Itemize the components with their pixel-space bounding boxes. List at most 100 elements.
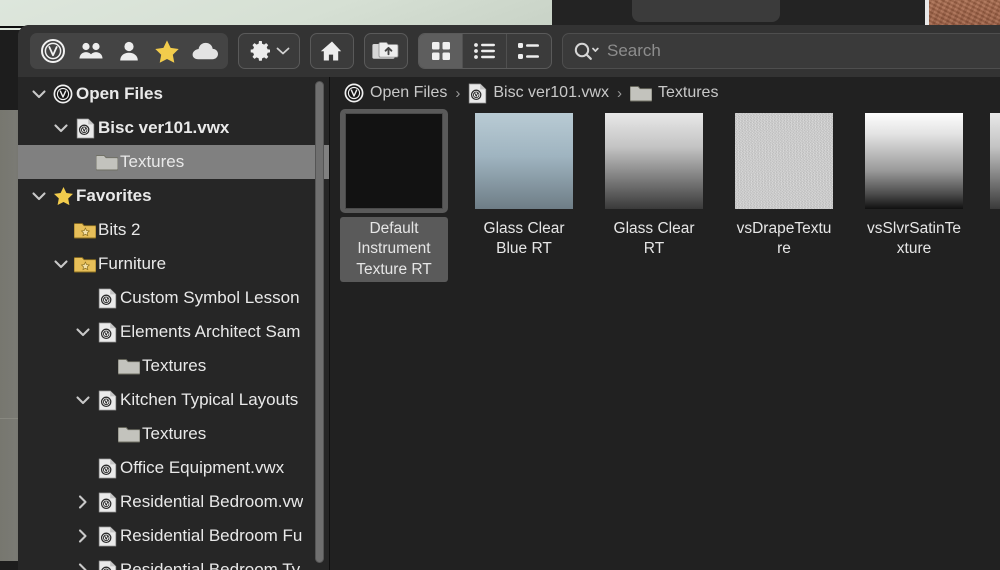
tree-row[interactable]: Custom Symbol Lesson: [18, 281, 329, 315]
chevron-down-icon[interactable]: [50, 120, 72, 136]
list-icon: [473, 41, 497, 61]
sidebar-scrollbar[interactable]: [315, 81, 324, 563]
parent-folder-button[interactable]: [364, 33, 408, 69]
breadcrumb-label: Bisc ver101.vwx: [493, 84, 609, 102]
resource-item[interactable]: [990, 109, 1000, 282]
tree-row[interactable]: Residential Bedroom Fu: [18, 519, 329, 553]
resource-thumbnail: [735, 113, 833, 209]
chevron-down-icon[interactable]: [72, 392, 94, 408]
tree-row[interactable]: Office Equipment.vwx: [18, 451, 329, 485]
resource-thumbnail: [345, 113, 443, 209]
resource-item[interactable]: Glass Clear RT: [600, 109, 708, 282]
tree-row[interactable]: Bits 2: [18, 213, 329, 247]
tree-item-label: Elements Architect Sam: [120, 322, 300, 342]
breadcrumb-label: Textures: [658, 84, 718, 102]
resource-tree-sidebar[interactable]: Open Files Bisc ver101.vwx Textures Favorit…: [18, 77, 330, 570]
tree-row[interactable]: Textures: [18, 417, 329, 451]
resource-thumbnail-wrapper[interactable]: [340, 109, 448, 213]
tree-item-icon: [94, 288, 120, 309]
tree-item-label: Residential Bedroom Fu: [120, 526, 302, 546]
tree-row[interactable]: Kitchen Typical Layouts: [18, 383, 329, 417]
list-view-button[interactable]: [463, 34, 507, 68]
tree-row[interactable]: Open Files: [18, 77, 329, 111]
vectorworks-logo-icon[interactable]: [34, 34, 72, 68]
chevron-right-icon[interactable]: [72, 562, 94, 570]
folder-icon: [96, 153, 118, 171]
tree-item-icon: [116, 357, 142, 375]
tree-row[interactable]: Residential Bedroom.vw: [18, 485, 329, 519]
chevron-down-icon: [276, 46, 290, 56]
folder-icon: [118, 357, 140, 375]
cloud-icon[interactable]: [186, 34, 224, 68]
folder-icon: [118, 425, 140, 443]
resource-thumbnail: [475, 113, 573, 209]
breadcrumb-item[interactable]: Textures: [630, 84, 718, 102]
window-body: Open Files Bisc ver101.vwx Textures Favorit…: [18, 77, 1000, 570]
breadcrumb-item[interactable]: Open Files: [344, 83, 447, 103]
chevron-down-icon[interactable]: [50, 256, 72, 272]
resource-thumbnail-wrapper[interactable]: [990, 109, 1000, 213]
chevron-down-icon[interactable]: [28, 86, 50, 102]
resource-thumbnail: [865, 113, 963, 209]
toolbar: Search: [18, 25, 1000, 77]
favorite-folder-icon: [74, 221, 96, 239]
tree-item-label: Residential Bedroom Ty: [120, 560, 300, 570]
chevron-down-icon[interactable]: [28, 188, 50, 204]
vwx-file-icon: [98, 560, 117, 570]
resource-label: Glass Clear Blue RT: [470, 217, 578, 262]
tree-row[interactable]: Furniture: [18, 247, 329, 281]
options-gear-button[interactable]: [238, 33, 300, 69]
search-field[interactable]: Search: [562, 33, 1000, 69]
tree-row[interactable]: Bisc ver101.vwx: [18, 111, 329, 145]
tree-row[interactable]: Textures: [18, 349, 329, 383]
chevron-right-icon[interactable]: [72, 528, 94, 544]
resource-thumbnail-wrapper[interactable]: [730, 109, 838, 213]
home-button[interactable]: [310, 33, 354, 69]
resource-item[interactable]: vsSlvrSatinTexture: [860, 109, 968, 282]
resource-grid: Default Instrument Texture RT Glass Clear…: [330, 109, 1000, 282]
detail-view-button[interactable]: [507, 34, 551, 68]
tree-row[interactable]: Textures: [18, 145, 329, 179]
breadcrumb-item[interactable]: Bisc ver101.vwx: [468, 83, 609, 104]
chevron-right-icon[interactable]: [72, 494, 94, 510]
resource-item[interactable]: Glass Clear Blue RT: [470, 109, 578, 282]
vwx-file-icon: [98, 526, 117, 547]
background-window-panel: [632, 0, 780, 22]
gear-icon: [249, 39, 273, 63]
tree-item-label: Office Equipment.vwx: [120, 458, 284, 478]
vectorworks-badge-icon: [344, 83, 364, 103]
tree-item-icon: [94, 458, 120, 479]
tree-item-icon: [72, 118, 98, 139]
grid-view-button[interactable]: [419, 34, 463, 68]
tree-item-icon: [72, 221, 98, 239]
resource-label: vsDrapeTexture: [730, 217, 838, 262]
resource-item[interactable]: Default Instrument Texture RT: [340, 109, 448, 282]
tree-row[interactable]: Elements Architect Sam: [18, 315, 329, 349]
tree-item-label: Kitchen Typical Layouts: [120, 390, 298, 410]
tree-item-icon: [72, 255, 98, 273]
group-users-icon[interactable]: [72, 34, 110, 68]
tree-row[interactable]: Residential Bedroom Ty: [18, 553, 329, 570]
resource-item[interactable]: vsDrapeTexture: [730, 109, 838, 282]
star-icon[interactable]: [148, 34, 186, 68]
folder-icon: [630, 84, 652, 102]
search-icon[interactable]: [573, 41, 599, 61]
grid-icon: [430, 40, 452, 62]
resource-thumbnail-wrapper[interactable]: [470, 109, 578, 213]
resource-thumbnail-wrapper[interactable]: [860, 109, 968, 213]
content-pane: Open Files›Bisc ver101.vwx›Textures Defa…: [330, 77, 1000, 570]
resource-tree: Open Files Bisc ver101.vwx Textures Favorit…: [18, 77, 329, 570]
tree-item-icon: [50, 84, 76, 104]
tree-item-icon: [94, 153, 120, 171]
vwx-file-icon: [98, 492, 117, 513]
detail-list-icon: [517, 41, 541, 61]
tree-item-label: Bisc ver101.vwx: [98, 118, 229, 138]
chevron-down-icon[interactable]: [72, 324, 94, 340]
tree-item-icon: [94, 526, 120, 547]
tree-row[interactable]: Favorites: [18, 179, 329, 213]
tree-item-label: Textures: [120, 152, 184, 172]
tree-item-label: Furniture: [98, 254, 166, 274]
resource-label: Default Instrument Texture RT: [340, 217, 448, 282]
user-icon[interactable]: [110, 34, 148, 68]
resource-thumbnail-wrapper[interactable]: [600, 109, 708, 213]
